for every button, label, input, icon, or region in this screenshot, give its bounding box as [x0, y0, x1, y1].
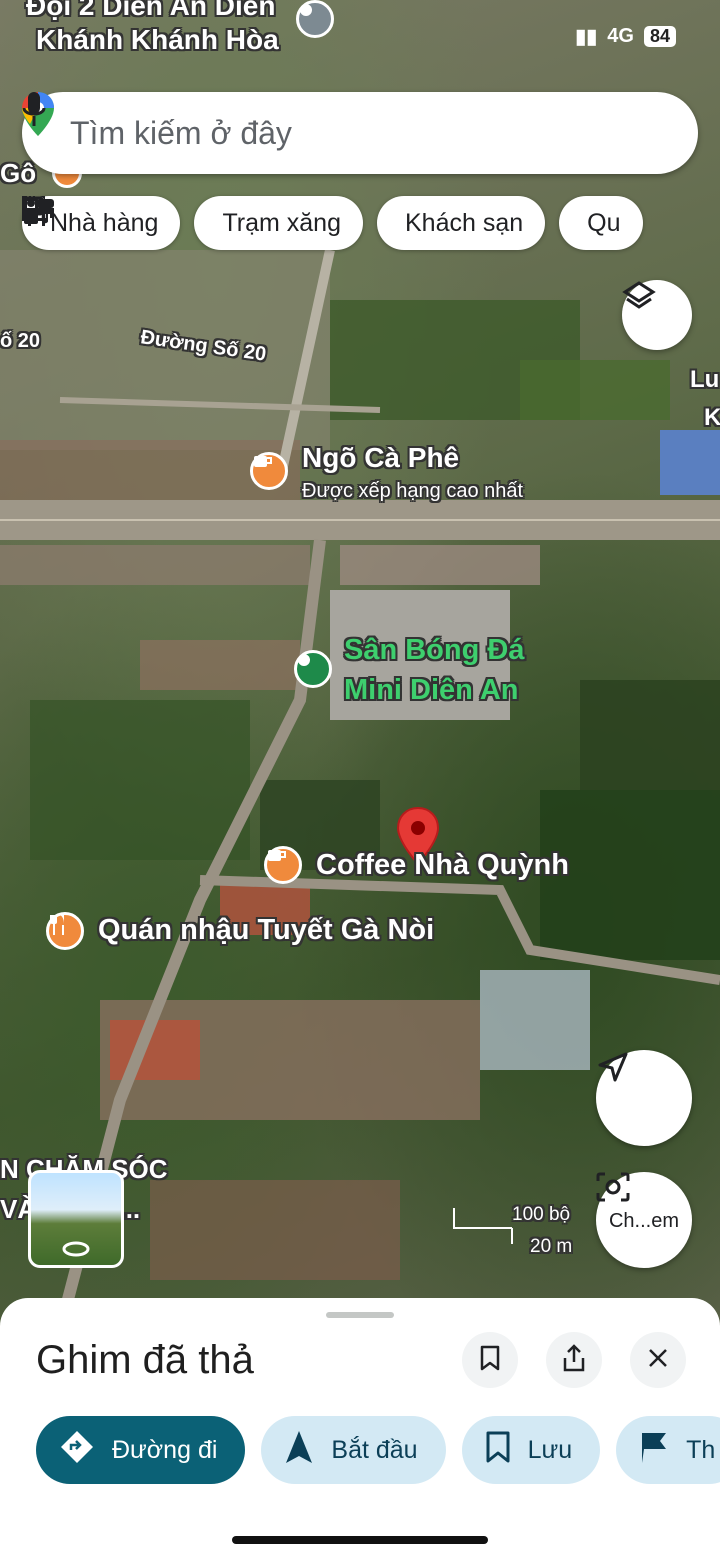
- poi-label-ngo-ca-phe[interactable]: Ngõ Cà Phê: [302, 442, 459, 474]
- save-button[interactable]: Lưu: [461, 1416, 601, 1484]
- category-chips: Nhà hàng Trạm xăng Khách sạn Qu: [22, 196, 643, 250]
- location-marker-icon[interactable]: [296, 0, 334, 38]
- poi-label-quan-nhau[interactable]: Quán nhậu Tuyết Gà Nòi: [98, 914, 434, 947]
- bookmark-icon: [480, 1345, 500, 1376]
- road-label: ố 20: [0, 330, 41, 352]
- scale-feet: 100 bộ: [512, 1204, 571, 1225]
- chip-gas-station[interactable]: Trạm xăng: [24, 196, 363, 250]
- area-label: Đội 2 Diên An Diên: [26, 0, 276, 21]
- layers-button[interactable]: [622, 280, 692, 350]
- status-bar: ▮▮ 4G 84: [575, 24, 676, 49]
- chip-label: Nhà hàng: [50, 208, 159, 237]
- place-bottom-sheet: Ghim đã thả Đường đi Bắt đầu Lưu Th: [0, 1298, 720, 1559]
- restaurant-poi-icon[interactable]: [46, 912, 84, 950]
- directions-button[interactable]: Đường đi: [36, 1416, 246, 1484]
- rotate-360-icon: [62, 1241, 90, 1257]
- navigation-arrow-icon: [285, 1430, 313, 1471]
- chip-hotel[interactable]: Khách sạn: [22, 196, 546, 250]
- network-type: 4G: [607, 25, 634, 47]
- scale-meters: 20 m: [530, 1236, 573, 1257]
- chip-label: Khách sạn: [405, 208, 524, 237]
- my-location-button[interactable]: [596, 1050, 692, 1146]
- battery-indicator: 84: [643, 26, 676, 47]
- chip-label: Trạm xăng: [222, 208, 341, 237]
- flag-icon: [640, 1431, 668, 1470]
- close-button[interactable]: [630, 1332, 686, 1388]
- label-button[interactable]: Th: [616, 1416, 720, 1484]
- stadium-poi-icon[interactable]: [294, 650, 332, 688]
- satellite-map[interactable]: ▮▮ 4G 84 Đội 2 Diên An Diên Khánh Khánh …: [0, 0, 720, 1330]
- poi-label-stadium-2[interactable]: Mini Diên An: [344, 674, 519, 707]
- cafe-poi-icon[interactable]: [264, 846, 302, 884]
- directions-icon: [60, 1430, 94, 1471]
- chip-label: Qu: [587, 208, 621, 237]
- action-label: Th: [686, 1435, 716, 1464]
- lens-button[interactable]: Ch...em: [596, 1172, 692, 1268]
- street-view-thumbnail[interactable]: [28, 1170, 124, 1268]
- save-bookmark-button[interactable]: [462, 1332, 518, 1388]
- search-bar[interactable]: Tìm kiếm ở đây: [22, 92, 698, 174]
- sheet-title: Ghim đã thả: [36, 1338, 254, 1382]
- poi-label-stadium[interactable]: Sân Bóng Đá: [344, 634, 524, 667]
- share-icon: [562, 1343, 586, 1377]
- area-label: K: [704, 404, 720, 431]
- cafe-poi-icon[interactable]: [250, 452, 288, 490]
- area-label: Lu: [690, 366, 720, 393]
- action-label: Đường đi: [112, 1435, 218, 1464]
- action-buttons: Đường đi Bắt đầu Lưu Th: [36, 1416, 720, 1484]
- chip-coffee[interactable]: Qu: [22, 196, 643, 250]
- lens-label: Ch...em: [608, 1209, 680, 1232]
- action-label: Bắt đầu: [331, 1435, 418, 1464]
- home-indicator[interactable]: [232, 1536, 488, 1544]
- start-button[interactable]: Bắt đầu: [261, 1416, 446, 1484]
- poi-sublabel: Được xếp hạng cao nhất: [302, 480, 524, 502]
- area-label-2: Khánh Khánh Hòa: [36, 24, 279, 55]
- share-button[interactable]: [546, 1332, 602, 1388]
- action-label: Lưu: [527, 1435, 573, 1464]
- place-label-go: Gô: [0, 158, 37, 188]
- search-input[interactable]: Tìm kiếm ở đây: [70, 115, 670, 152]
- signal-icon: ▮▮: [575, 26, 598, 48]
- close-icon: [648, 1348, 668, 1373]
- drag-handle[interactable]: [326, 1312, 394, 1318]
- poi-label-coffee[interactable]: Coffee Nhà Quỳnh: [316, 849, 569, 882]
- bookmark-icon: [486, 1431, 510, 1470]
